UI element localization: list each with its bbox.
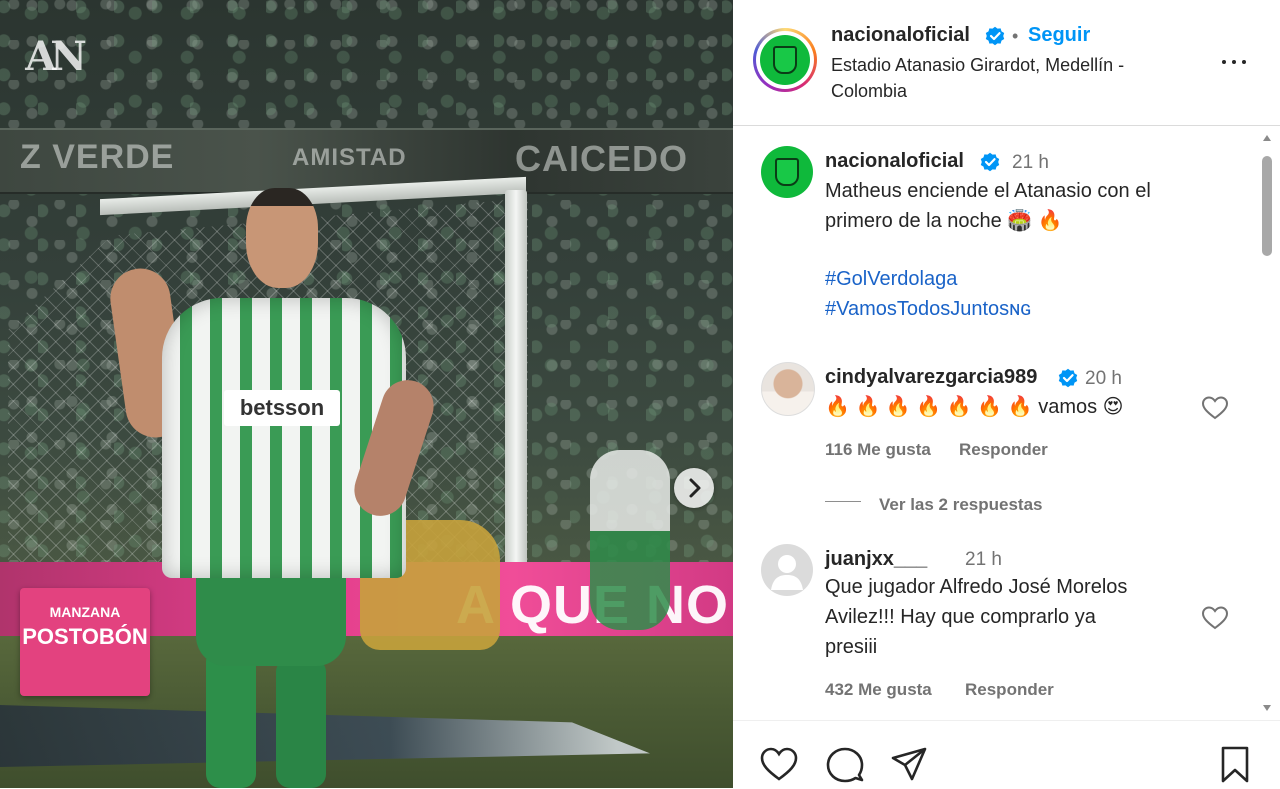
hashtag-link[interactable]: #VamosTodosJuntosɴɢ — [825, 294, 1031, 324]
club-watermark-logo: AN — [25, 33, 87, 80]
share-button[interactable] — [889, 745, 929, 785]
chevron-right-icon — [689, 478, 701, 498]
comment-text-line3: presiii — [825, 636, 878, 658]
scrollbar-thumb[interactable] — [1262, 156, 1272, 256]
next-photo-button[interactable] — [674, 468, 714, 508]
like-button[interactable] — [759, 745, 799, 785]
commenter-avatar[interactable] — [761, 362, 815, 416]
reply-button[interactable]: Responder — [959, 440, 1048, 460]
bookmark-icon — [1221, 746, 1249, 783]
comment-time[interactable]: 21 h — [965, 549, 1002, 571]
banner-text-mid: AMISTAD — [292, 144, 407, 171]
replies-divider — [825, 501, 861, 502]
stands-banner: Z VERDE AMISTAD CAICEDO — [0, 128, 733, 194]
club-crest-icon — [760, 35, 810, 85]
player-leg-left — [206, 648, 256, 788]
header-username[interactable]: nacionaloficial — [831, 24, 970, 47]
view-replies-button[interactable]: Ver las 2 respuestas — [879, 495, 1043, 515]
caption-text-line1: Matheus enciende el Atanasio con el — [825, 180, 1151, 202]
like-comment-button[interactable] — [1201, 395, 1229, 421]
scroll-up-arrow-icon[interactable] — [1262, 134, 1272, 142]
scroll-down-arrow-icon[interactable] — [1262, 704, 1272, 712]
post-actions-bar — [733, 720, 1280, 789]
header-separator: • — [1012, 26, 1019, 46]
verified-badge-icon — [1058, 368, 1078, 388]
comment-time[interactable]: 20 h — [1085, 368, 1122, 390]
comment-bubble-icon — [826, 747, 864, 783]
comment-username[interactable]: cindyalvarezgarcia989 — [825, 366, 1037, 389]
caption-text-line2: primero de la noche 🏟️ 🔥 — [825, 210, 1063, 232]
post-header: nacionaloficial • Seguir Estadio Atanasi… — [733, 0, 1280, 126]
caption-avatar[interactable] — [761, 146, 813, 198]
banner-text-left: Z VERDE — [20, 138, 175, 176]
person-silhouette-icon — [771, 555, 803, 590]
verified-badge-icon — [985, 26, 1005, 46]
comment-text-line1: Que jugador Alfredo José Morelos — [825, 576, 1128, 598]
paper-plane-icon — [891, 747, 927, 781]
comment-likes-count[interactable]: 432 Me gusta — [825, 680, 932, 700]
heart-icon — [1201, 606, 1229, 630]
player-head — [246, 188, 318, 288]
jersey-sponsor: betsson — [224, 390, 340, 426]
default-avatar-icon[interactable] — [761, 544, 813, 596]
caption-time[interactable]: 21 h — [1012, 152, 1049, 174]
comment-text-line2: Avilez!!! Hay que comprarlo ya — [825, 606, 1096, 628]
comment-username[interactable]: juanjxx___ — [825, 548, 927, 571]
post-location[interactable]: Estadio Atanasio Girardot, Medellín - Co… — [831, 52, 1191, 104]
post-photo[interactable]: Z VERDE AMISTAD CAICEDO AN A QUE NO MANZ… — [0, 0, 733, 788]
caption-username[interactable]: nacionaloficial — [825, 150, 964, 173]
celebrating-player: betsson — [106, 188, 441, 788]
save-button[interactable] — [1215, 745, 1255, 785]
heart-icon — [1201, 396, 1229, 420]
background-player-figure — [590, 450, 670, 630]
club-crest-icon — [775, 158, 799, 186]
comments-scrollbar[interactable] — [1259, 132, 1275, 716]
more-options-button[interactable] — [1219, 50, 1249, 74]
banner-text-right: CAICEDO — [515, 138, 689, 179]
heart-icon — [760, 747, 798, 781]
player-leg-right — [276, 658, 326, 788]
comment-button[interactable] — [825, 745, 865, 785]
verified-badge-icon — [980, 152, 1000, 172]
follow-button[interactable]: Seguir — [1028, 24, 1090, 47]
reply-button[interactable]: Responder — [965, 680, 1054, 700]
account-avatar[interactable] — [753, 28, 817, 92]
post-details-panel: nacionaloficial • Seguir Estadio Atanasi… — [733, 0, 1280, 788]
comment-text: 🔥 🔥 🔥 🔥 🔥 🔥 🔥 vamos 😍 — [825, 396, 1124, 418]
comment-likes-count[interactable]: 116 Me gusta — [825, 440, 931, 460]
hashtag-link[interactable]: #GolVerdolaga — [825, 264, 957, 294]
like-comment-button[interactable] — [1201, 605, 1229, 631]
